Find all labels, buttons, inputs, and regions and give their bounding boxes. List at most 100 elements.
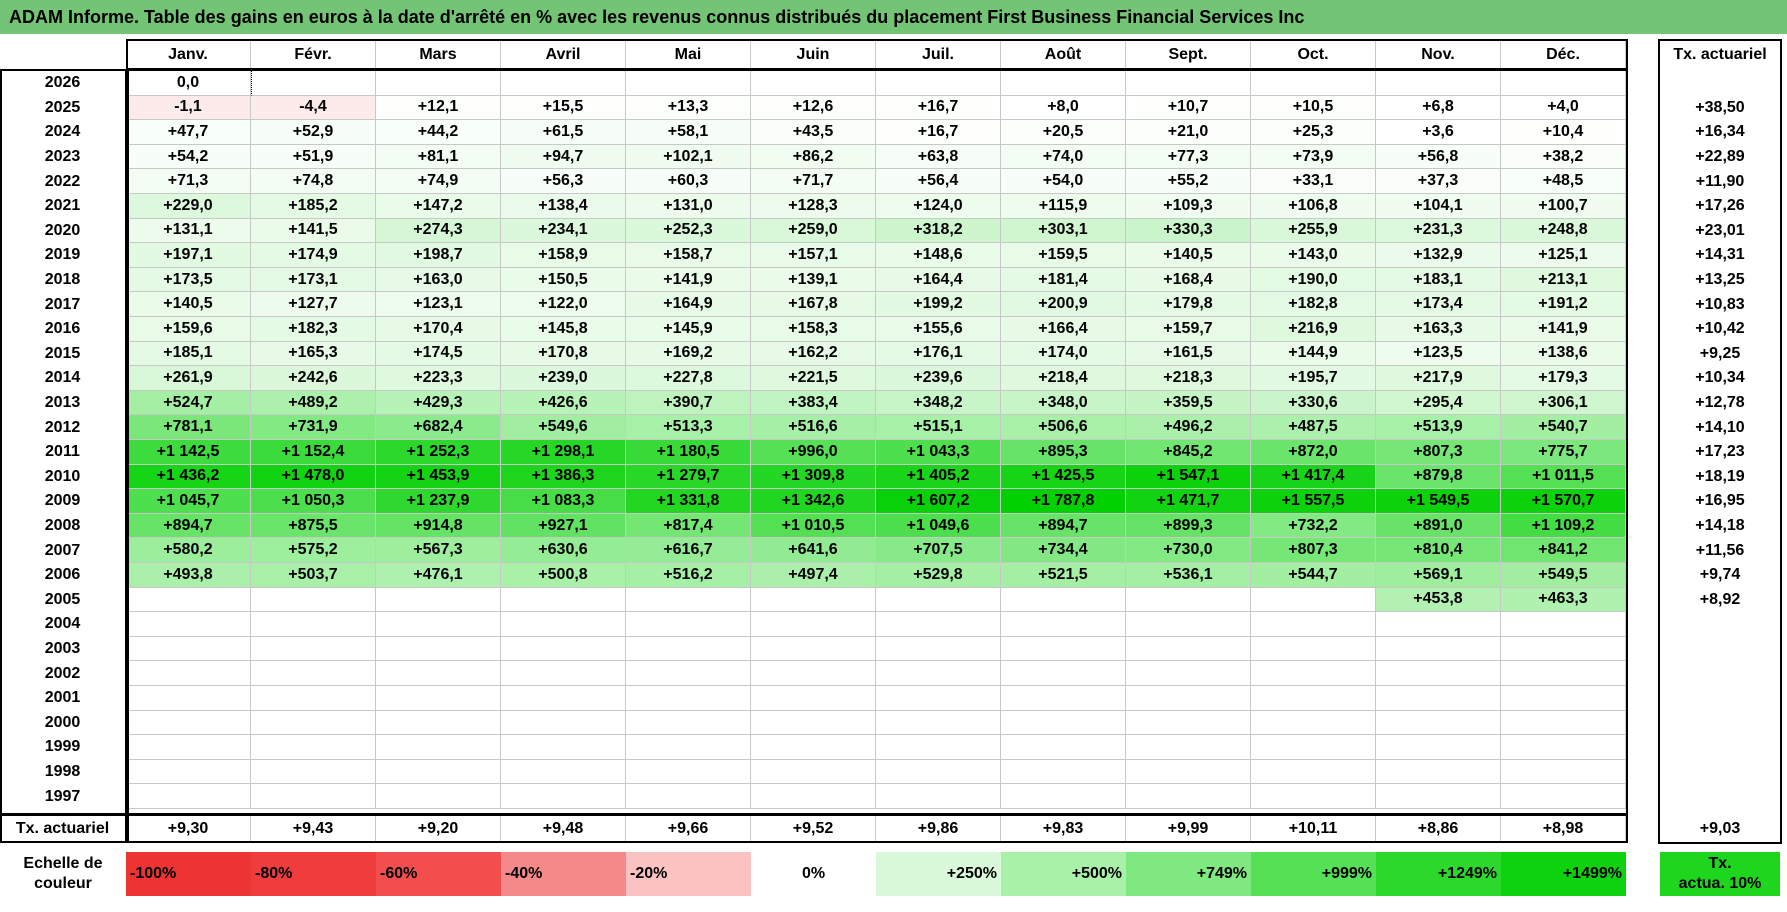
year-label: 2021 <box>0 194 126 219</box>
table-cell: +1 787,8 <box>1001 489 1126 514</box>
annual-cell: +23,01 <box>1695 221 1745 239</box>
annual-cell: +18,19 <box>1695 467 1745 485</box>
legend-step: +1499% <box>1501 852 1626 896</box>
table-cell: +47,7 <box>126 120 251 145</box>
table-cell <box>1001 587 1126 613</box>
table-cell: +489,2 <box>251 390 376 416</box>
table-cell: +143,0 <box>1251 243 1376 268</box>
year-label: 2010 <box>0 464 126 490</box>
table-cell: +1 043,3 <box>876 440 1001 465</box>
annual-cell: +17,26 <box>1695 197 1745 215</box>
table-cell: +185,2 <box>251 194 376 219</box>
month-header: Janv. <box>126 41 251 69</box>
annual-cell <box>1660 735 1780 760</box>
table-cell <box>751 636 876 662</box>
annual-cell: +14,31 <box>1695 246 1745 264</box>
table-cell: +500,8 <box>501 563 626 588</box>
table-cell: +123,1 <box>376 292 501 317</box>
table-cell <box>751 735 876 760</box>
table-cell: +732,2 <box>1251 513 1376 539</box>
annual-cell: +11,56 <box>1695 541 1745 559</box>
table-cell <box>876 784 1001 809</box>
year-label: 2014 <box>0 366 126 391</box>
table-cell <box>1001 661 1126 686</box>
table-cell: +56,3 <box>501 169 626 194</box>
year-label: 2013 <box>0 390 126 416</box>
footer-annual: +9,03 <box>1699 819 1741 837</box>
table-cell: +161,5 <box>1126 341 1251 367</box>
table-cell: +1 152,4 <box>251 440 376 465</box>
table-cell <box>1501 686 1626 711</box>
table-cell: +1 050,3 <box>251 489 376 514</box>
table-cell <box>1001 784 1126 809</box>
table-cell: +734,4 <box>1001 538 1126 563</box>
table-cell <box>501 587 626 613</box>
footer-cell: +9,43 <box>251 815 376 842</box>
table-cell: +157,1 <box>751 243 876 268</box>
table-cell <box>1126 735 1251 760</box>
legend-step: -40% <box>501 852 626 896</box>
table-cell: +231,3 <box>1376 218 1501 244</box>
month-header: Févr. <box>251 41 376 69</box>
year-label: 2006 <box>0 563 126 588</box>
table-cell <box>1251 71 1376 96</box>
table-cell: +1 425,5 <box>1001 464 1126 490</box>
table-cell <box>751 587 876 613</box>
table-cell: +894,7 <box>126 513 251 539</box>
table-cell <box>876 759 1001 785</box>
table-cell <box>1251 636 1376 662</box>
table-cell <box>376 686 501 711</box>
table-cell <box>1126 661 1251 686</box>
table-cell: +167,8 <box>751 292 876 317</box>
table-cell: +1 547,1 <box>1126 464 1251 490</box>
table-cell <box>751 612 876 637</box>
table-cell: +94,7 <box>501 144 626 170</box>
table-cell <box>251 735 376 760</box>
footer-cell: +9,20 <box>376 815 501 842</box>
table-cell: +891,0 <box>1376 513 1501 539</box>
table-cell: +544,7 <box>1251 563 1376 588</box>
table-cell: +1 549,5 <box>1376 489 1501 514</box>
footer-cell: +9,48 <box>501 815 626 842</box>
table-cell: +173,1 <box>251 267 376 293</box>
table-cell <box>1501 71 1626 96</box>
table-cell: +4,0 <box>1501 95 1626 121</box>
table-cell: +56,8 <box>1376 144 1501 170</box>
table-cell: +1 471,7 <box>1126 489 1251 514</box>
table-cell: +123,5 <box>1376 341 1501 367</box>
year-label: 2008 <box>0 513 126 539</box>
table-cell <box>626 636 751 662</box>
table-cell <box>1251 710 1376 736</box>
table-cell: +899,3 <box>1126 513 1251 539</box>
table-cell: +170,4 <box>376 317 501 342</box>
table-cell: +630,6 <box>501 538 626 563</box>
table-cell: +140,5 <box>1126 243 1251 268</box>
table-cell <box>376 636 501 662</box>
table-cell: +58,1 <box>626 120 751 145</box>
table-cell: +295,4 <box>1376 390 1501 416</box>
year-label: 1998 <box>0 759 126 785</box>
table-cell <box>626 735 751 760</box>
year-label: 1999 <box>0 735 126 760</box>
table-cell: +170,8 <box>501 341 626 367</box>
month-header: Déc. <box>1501 41 1626 69</box>
table-cell <box>376 759 501 785</box>
table-cell <box>501 71 626 96</box>
table-cell <box>876 71 1001 96</box>
table-cell: +348,0 <box>1001 390 1126 416</box>
table-cell <box>501 686 626 711</box>
table-cell <box>626 686 751 711</box>
table-cell: +775,7 <box>1501 440 1626 465</box>
year-label: 2017 <box>0 292 126 317</box>
table-cell: +8,0 <box>1001 95 1126 121</box>
table-cell <box>1376 710 1501 736</box>
table-cell: +845,2 <box>1126 440 1251 465</box>
table-cell: +166,4 <box>1001 317 1126 342</box>
table-cell: +197,1 <box>126 243 251 268</box>
table-cell: +10,7 <box>1126 95 1251 121</box>
table-cell: +1 405,2 <box>876 464 1001 490</box>
year-label: 2026 <box>0 71 126 96</box>
table-cell: +497,4 <box>751 563 876 588</box>
table-cell: +1 252,3 <box>376 440 501 465</box>
footer-cell: +9,83 <box>1001 815 1126 842</box>
